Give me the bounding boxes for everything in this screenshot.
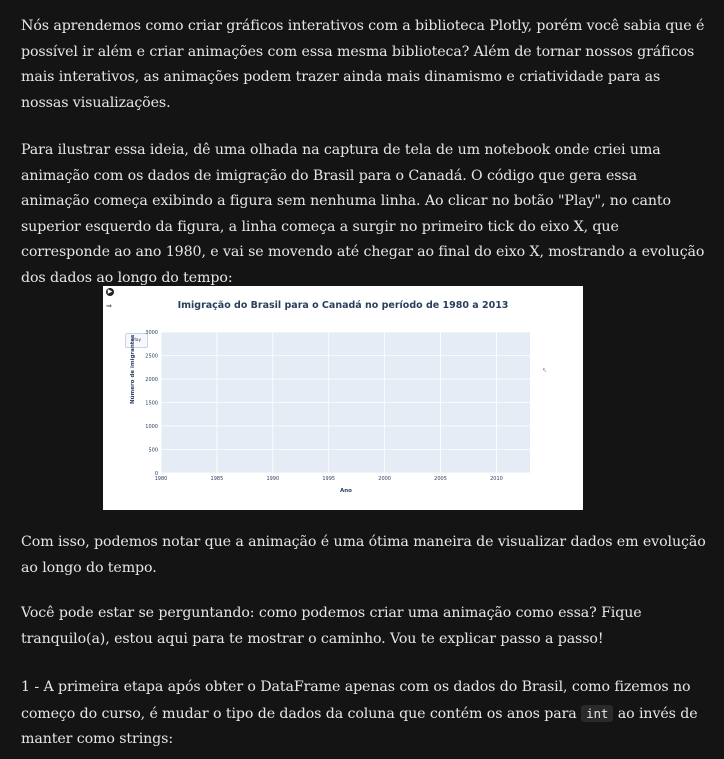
y-tick-label: 2000 xyxy=(145,377,158,383)
x-tick-label: 2000 xyxy=(378,476,391,482)
paragraph-intro: Nós aprendemos como criar gráficos inter… xyxy=(21,18,705,111)
y-tick-label: 1000 xyxy=(145,424,158,430)
x-tick-label: 1990 xyxy=(266,476,279,482)
x-tick-label: 1980 xyxy=(155,476,168,482)
chart-plot: 0500100015002000250030001980 1985 1990 1995… xyxy=(145,330,530,482)
paragraph-step-one: 1 - A primeira etapa após obter o DataFr… xyxy=(21,675,706,753)
y-tick-label: 1500 xyxy=(145,401,158,407)
x-tick-label: 1985 xyxy=(211,476,224,482)
y-tick-label: 2500 xyxy=(145,354,158,360)
paragraph-conclusion: Com isso, podemos notar que a animação é… xyxy=(21,534,706,576)
x-tick-label: 1995 xyxy=(322,476,335,482)
x-tick-label: 2010 xyxy=(490,476,503,482)
paragraph-question: Você pode estar se perguntando: como pod… xyxy=(21,605,642,647)
article-content: Nós aprendemos como criar gráficos inter… xyxy=(0,0,724,759)
pointer-cursor-icon: ↖ xyxy=(542,367,548,374)
paragraph-illustration: Para ilustrar essa ideia, dê uma olhada … xyxy=(21,142,705,286)
notebook-screenshot: ▶ ⇒ Imigração do Brasil para o Canadá no… xyxy=(103,286,583,510)
y-tick-label: 500 xyxy=(148,448,158,454)
y-tick-label: 3000 xyxy=(145,330,158,336)
inline-code: int xyxy=(581,704,614,722)
x-tick-label: 2005 xyxy=(434,476,447,482)
